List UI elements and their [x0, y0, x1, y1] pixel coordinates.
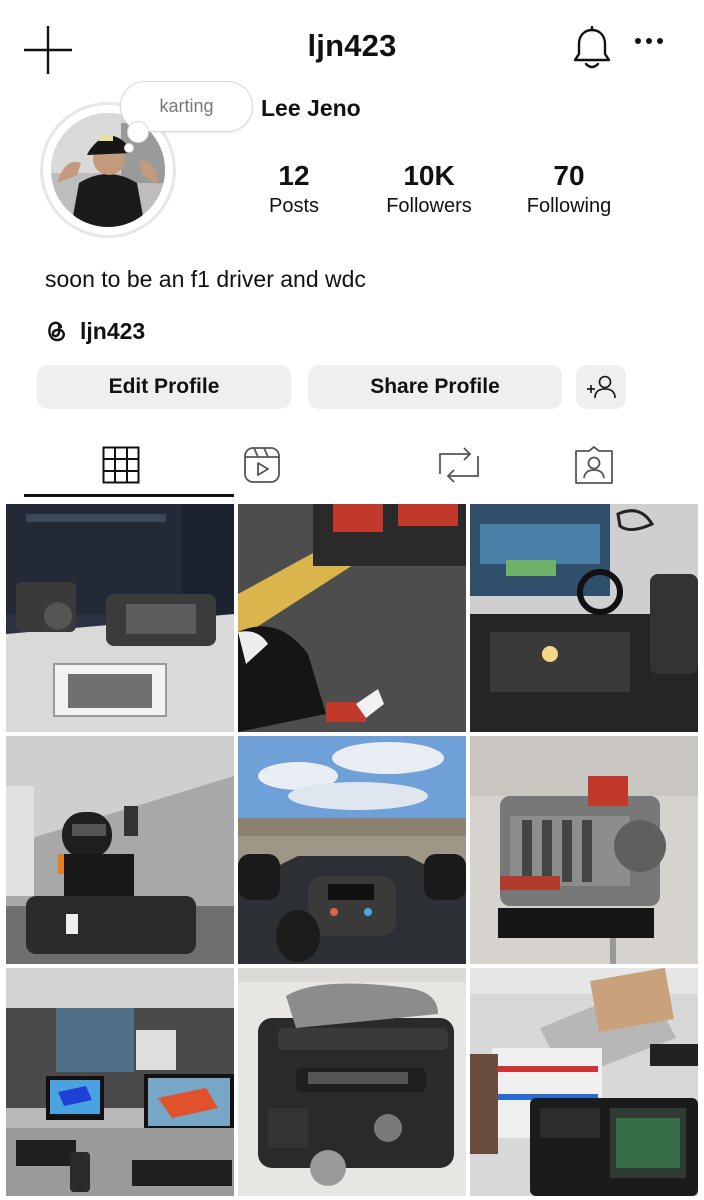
stat-posts-value: 12: [278, 160, 310, 191]
edit-profile-button[interactable]: Edit Profile: [37, 365, 291, 409]
tab-posts-grid[interactable]: [96, 440, 146, 490]
post-gearbox-display[interactable]: [470, 736, 698, 964]
post-cad-lab[interactable]: [6, 968, 234, 1196]
more-horizontal-icon: [635, 38, 641, 44]
note-bubble-tail-large: [127, 121, 149, 143]
more-options-button[interactable]: [632, 30, 666, 50]
tab-reels[interactable]: [237, 440, 287, 490]
share-profile-button[interactable]: Share Profile: [308, 365, 562, 409]
stat-followers[interactable]: 10K Followers: [359, 160, 499, 219]
post-formula-car-cockpit[interactable]: [238, 736, 466, 964]
profile-bio: soon to be an f1 driver and wdc: [45, 266, 366, 292]
post-karting-track-selfie[interactable]: [238, 504, 466, 732]
post-sim-racing-rig[interactable]: [470, 504, 698, 732]
tab-tagged[interactable]: [569, 440, 619, 490]
post-race-engine[interactable]: [238, 968, 466, 1196]
tab-reposts[interactable]: [434, 440, 484, 490]
threads-icon: [48, 321, 65, 342]
stat-posts[interactable]: 12 Posts: [224, 160, 364, 219]
stat-following[interactable]: 70 Following: [499, 160, 639, 219]
threads-link[interactable]: ljn423: [44, 316, 145, 346]
stat-posts-label: Posts: [268, 195, 320, 217]
active-tab-indicator: [24, 494, 234, 497]
grid-icon: [102, 446, 140, 484]
notifications-button[interactable]: [570, 25, 614, 72]
stat-followers-value: 10K: [403, 160, 455, 191]
reposts-icon: [439, 447, 479, 483]
reels-icon: [244, 447, 280, 483]
post-electronics-lab[interactable]: [470, 968, 698, 1196]
display-name: Lee Jeno: [261, 95, 361, 121]
stat-following-label: Following: [526, 195, 612, 217]
post-engine-exhibit[interactable]: [6, 504, 234, 732]
threads-handle: ljn423: [80, 317, 146, 344]
tagged-icon: [575, 446, 613, 484]
post-karting-driver[interactable]: [6, 736, 234, 964]
bell-icon: [573, 25, 611, 69]
stat-followers-label: Followers: [386, 195, 472, 217]
note-bubble-tail-small: [124, 143, 134, 153]
stat-following-value: 70: [553, 160, 585, 191]
discover-people-button[interactable]: [576, 365, 626, 409]
add-person-icon: [587, 375, 616, 399]
posts-grid: [6, 504, 698, 1200]
